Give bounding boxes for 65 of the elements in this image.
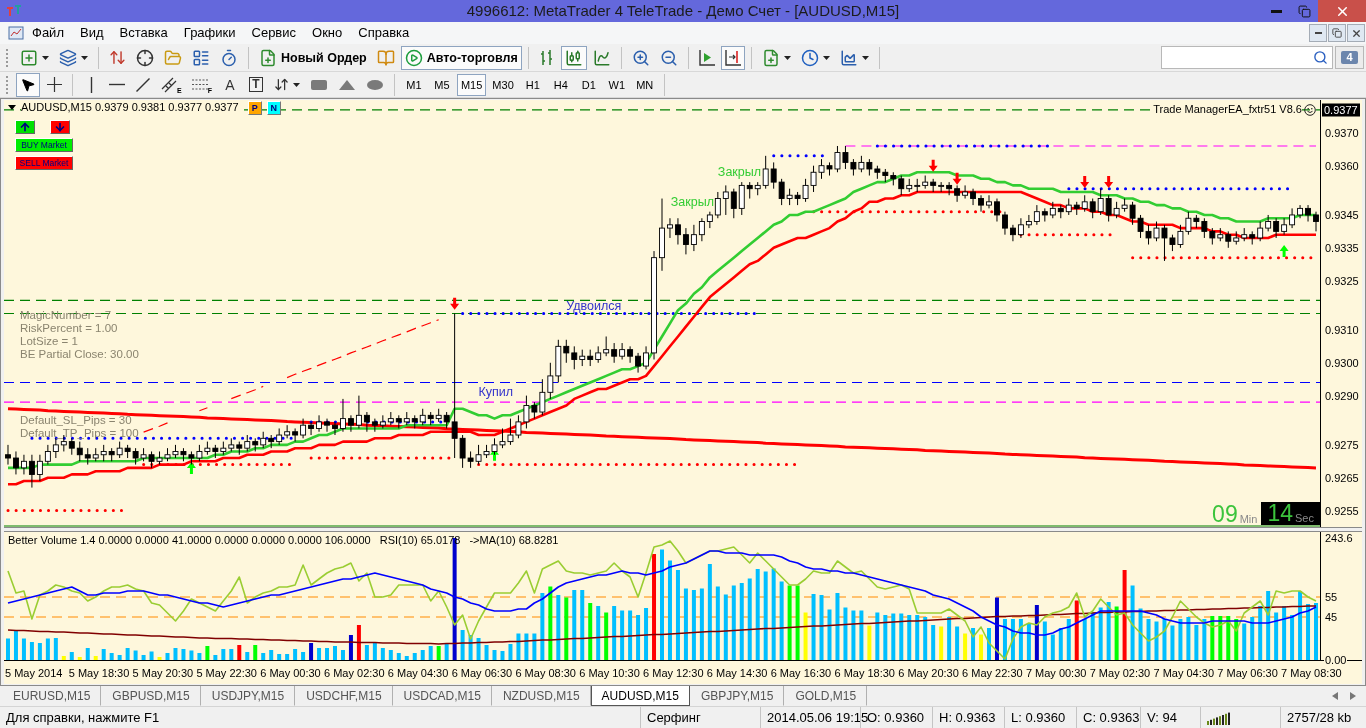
axis-label: 0.9370 [1324,127,1360,139]
status-low: L: 0.9360 [1011,710,1066,725]
window-title: 4996612: MetaTrader 4 TeleTrade - Демо Счет - [AUDUSD,M15] [465,1,901,21]
status-help-text: Для справки, нажмите F1 [6,710,160,725]
status-traffic: 2757/28 kb [1287,710,1352,725]
seconds-unit: Sec [1295,512,1314,524]
status-close: C: 0.9363 [1083,710,1140,725]
time-axis-label: 6 May 02:30 [324,667,385,679]
expert-setting: BE Partial Close: 30.00 [20,348,139,361]
time-axis-label: 6 May 10:30 [579,667,640,679]
seconds-value: 14 [1267,502,1294,524]
time-axis-label: 7 May 04:30 [1153,667,1215,679]
axis-label: 0.00 [1324,654,1348,666]
current-price-label: 0.9377 [1322,103,1360,117]
trade-annotation: Закрыл [717,166,762,179]
time-axis-label: 6 May 22:30 [962,667,1023,679]
indicator-values: Better Volume 1.4 0.0000 0.0000 41.0000 0.0000 0.0000 0.0000 106.0000 [8,534,371,546]
time-axis-label: 7 May 06:30 [1217,667,1278,679]
expert-setting: Default_TP_Pips = 100 [20,427,139,440]
expert-name: Trade ManagerEA_fxtr51 V8.6 [1153,103,1302,116]
status-time: 2014.05.06 19:15 [767,710,869,725]
time-axis-label: 5 May 18:30 [68,667,130,679]
trade-annotation: Купил [478,386,514,399]
expert-setting: Default_SL_Pips = 30 [20,414,133,427]
time-axis-label: 6 May 18:30 [834,667,895,679]
axis-label: 0.9300 [1324,357,1360,369]
time-axis-label: 6 May 00:30 [260,667,321,679]
time-axis-label: 6 May 08:30 [515,667,576,679]
axis-label: 0.9345 [1324,209,1360,221]
time-axis-label: 5 May 22:30 [196,667,257,679]
time-axis-label: 6 May 14:30 [706,667,768,679]
trade-annotation: Закрыл [670,195,714,208]
expert-setting: LotSize = 1 [20,335,79,348]
axis-label: 0.9325 [1324,275,1360,287]
axis-label: 0.9360 [1324,160,1360,172]
axis-label: 243.6 [1324,532,1354,544]
indicator-values: RSI(10) 65.0178 [379,534,461,546]
indicator-values: ->MA(10) 68.8281 [469,534,559,546]
axis-label: 0.9290 [1324,390,1360,402]
time-axis-label: 7 May 08:30 [1281,667,1342,679]
time-axis-label: 6 May 20:30 [898,667,959,679]
expert-setting: RiskPercent = 1.00 [20,322,119,335]
status-open: O: 0.9360 [867,710,925,725]
status-profile: Серфинг [647,710,701,725]
time-axis-label: 5 May 20:30 [132,667,194,679]
axis-label: 0.9335 [1324,242,1360,254]
status-volume: V: 94 [1147,710,1177,725]
time-axis-label: 5 May 2014 [5,667,63,679]
trade-annotation: Удвоился [566,300,622,313]
time-axis-label: 7 May 02:30 [1089,667,1151,679]
minutes-value: 09 [1212,503,1238,525]
time-axis-label: 6 May 04:30 [387,667,449,679]
axis-label: 0.9275 [1324,439,1360,451]
time-axis-label: 6 May 12:30 [643,667,704,679]
status-high: H: 0.9363 [939,710,996,725]
minutes-unit: Min [1239,513,1258,525]
axis-label: 0.9265 [1324,472,1360,484]
axis-label: 45 [1324,611,1339,623]
time-axis-label: 6 May 06:30 [451,667,513,679]
time-axis-label: 6 May 16:30 [770,667,832,679]
axis-label: 0.9310 [1324,324,1360,336]
time-axis-label: 7 May 00:30 [1025,667,1087,679]
axis-label: 55 [1324,591,1339,603]
chart-symbol-info: AUDUSD,M15 0.9379 0.9381 0.9377 0.9377 [21,101,239,114]
axis-label: 0.9255 [1324,505,1360,517]
